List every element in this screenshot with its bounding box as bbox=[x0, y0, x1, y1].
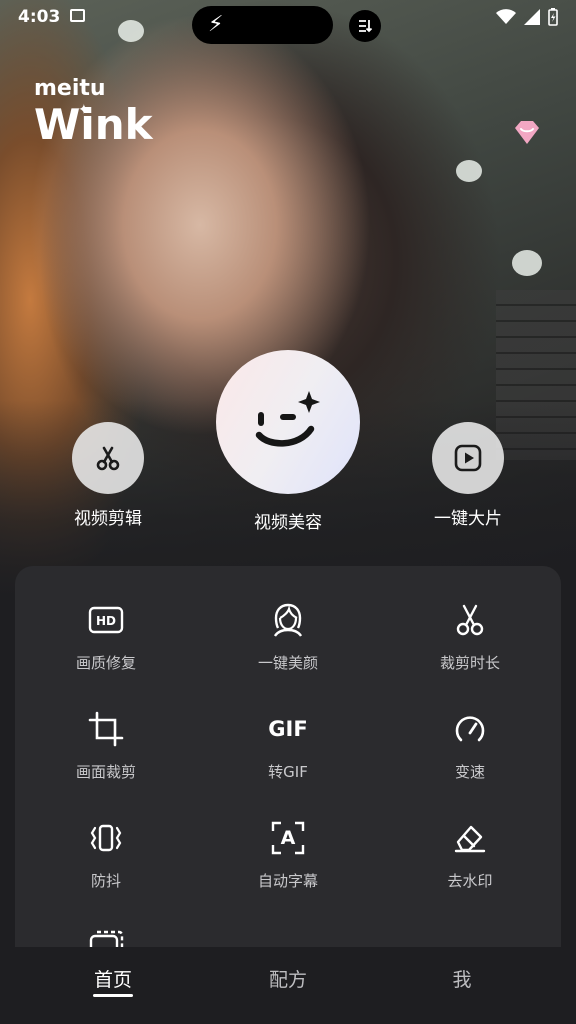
nav-recipes[interactable]: 配方 bbox=[228, 965, 348, 992]
nav-home[interactable]: 首页 bbox=[53, 965, 173, 992]
wink-logo-text: Wink bbox=[34, 100, 153, 149]
tool-auto-subtitle[interactable]: A 自动字幕 bbox=[197, 818, 379, 891]
scissors-icon bbox=[450, 600, 490, 640]
speedometer-icon bbox=[450, 709, 490, 749]
wink-face-icon bbox=[216, 350, 360, 494]
vip-diamond-icon[interactable] bbox=[510, 116, 544, 150]
crop-icon bbox=[86, 709, 126, 749]
stabilize-icon bbox=[86, 818, 126, 858]
tools-panel: HD 画质修复 一键美颜 裁剪时长 画面裁剪 GIF 转GIF 变速 防抖 A … bbox=[15, 566, 561, 956]
light-bulb-decoration bbox=[456, 160, 482, 182]
status-bar: 4:03 ⚡ bbox=[0, 0, 576, 48]
battery-charging-icon bbox=[548, 8, 558, 30]
flash-pill[interactable]: ⚡ bbox=[192, 6, 333, 44]
sparkle-icon: ✦ bbox=[78, 102, 90, 118]
gallery-notification-icon bbox=[70, 9, 85, 22]
tool-one-click-beauty[interactable]: 一键美颜 bbox=[197, 600, 379, 673]
gif-icon: GIF bbox=[268, 717, 308, 741]
tool-stabilize[interactable]: 防抖 bbox=[15, 818, 197, 891]
video-edit-button[interactable]: 视频剪辑 bbox=[62, 422, 154, 529]
nav-me[interactable]: 我 bbox=[402, 965, 522, 992]
eraser-icon bbox=[450, 818, 490, 858]
video-edit-label: 视频剪辑 bbox=[74, 509, 142, 529]
nav-active-indicator bbox=[93, 994, 133, 997]
bottom-nav: 首页 配方 我 bbox=[0, 947, 576, 1024]
lightning-icon: ⚡ bbox=[208, 12, 224, 37]
scissors-icon bbox=[72, 422, 144, 494]
tool-remove-watermark[interactable]: 去水印 bbox=[379, 818, 561, 891]
video-beauty-label: 视频美容 bbox=[254, 513, 322, 533]
hd-icon: HD bbox=[86, 600, 126, 640]
meitu-logo-text: meitu bbox=[34, 76, 106, 101]
tool-trim-duration[interactable]: 裁剪时长 bbox=[379, 600, 561, 673]
tool-quality-repair[interactable]: HD 画质修复 bbox=[15, 600, 197, 673]
tool-to-gif[interactable]: GIF 转GIF bbox=[197, 709, 379, 782]
face-beauty-icon bbox=[268, 600, 308, 640]
menu-sort-icon bbox=[357, 18, 373, 34]
one-click-blockbuster-label: 一键大片 bbox=[434, 509, 502, 529]
video-beauty-button[interactable]: 视频美容 bbox=[216, 350, 360, 533]
wifi-icon bbox=[496, 9, 516, 29]
tool-frame-crop[interactable]: 画面裁剪 bbox=[15, 709, 197, 782]
status-time: 4:03 bbox=[18, 7, 61, 27]
tool-speed[interactable]: 变速 bbox=[379, 709, 561, 782]
one-click-blockbuster-button[interactable]: 一键大片 bbox=[422, 422, 514, 529]
play-square-icon bbox=[432, 422, 504, 494]
light-bulb-decoration bbox=[512, 250, 542, 276]
svg-text:HD: HD bbox=[96, 614, 116, 628]
floating-menu-button[interactable] bbox=[349, 10, 381, 42]
auto-subtitle-icon: A bbox=[268, 818, 308, 858]
signal-icon bbox=[524, 9, 540, 29]
